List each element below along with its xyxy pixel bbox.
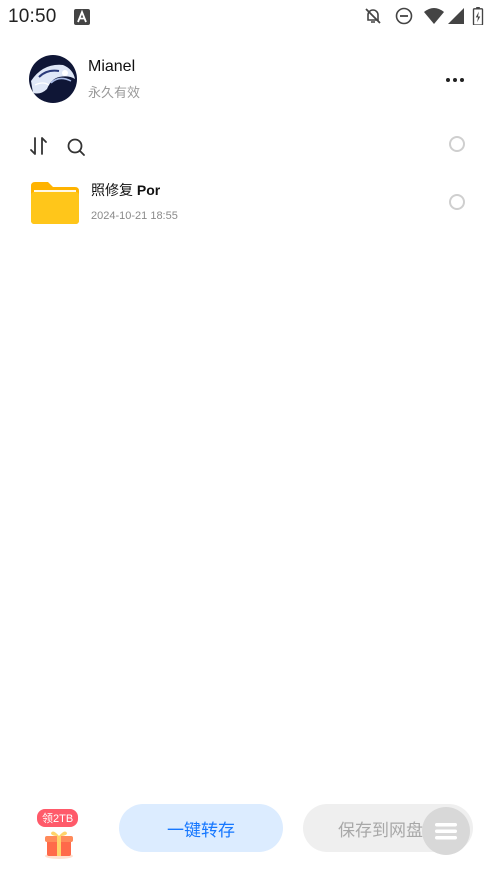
more-options-icon[interactable] xyxy=(440,70,470,90)
floating-menu-button[interactable] xyxy=(422,807,470,855)
list-item[interactable]: 照修复 Por 2024-10-21 18:55 xyxy=(0,172,495,230)
file-toolbar xyxy=(0,128,495,164)
file-name: 照修复 Por xyxy=(91,180,160,200)
wifi-icon xyxy=(424,8,444,24)
save-to-cloud-label: 保存到网盘 xyxy=(338,820,423,840)
share-header: Mianel 永久有效 xyxy=(0,48,495,116)
app-notification-icon xyxy=(74,9,90,25)
do-not-disturb-icon xyxy=(395,7,413,25)
gift-badge: 领2TB xyxy=(37,809,79,827)
select-all-radio[interactable] xyxy=(449,136,465,152)
one-click-save-button[interactable]: 一键转存 xyxy=(119,804,283,852)
file-name-bold: Por xyxy=(136,182,161,198)
avatar[interactable] xyxy=(29,55,77,103)
menu-icon xyxy=(435,823,457,840)
folder-icon xyxy=(31,182,79,224)
file-select-radio[interactable] xyxy=(449,194,465,210)
status-time: 10:50 xyxy=(8,6,57,27)
gift-icon xyxy=(45,831,73,859)
sort-icon[interactable] xyxy=(28,135,50,157)
file-name-prefix: 照修复 xyxy=(91,182,137,198)
status-bar: 10:50 xyxy=(0,0,495,34)
validity-label: 永久有效 xyxy=(88,85,141,100)
user-name: Mianel xyxy=(88,58,136,75)
file-date: 2024-10-21 18:55 xyxy=(91,210,178,222)
gift-promo[interactable]: 领2TB xyxy=(37,809,83,859)
battery-icon xyxy=(472,7,484,25)
bottom-action-bar: 领2TB 一键转存 保存到网盘 xyxy=(0,795,495,875)
cell-signal-icon xyxy=(448,8,464,24)
search-icon[interactable] xyxy=(65,136,87,158)
notifications-off-icon xyxy=(365,8,381,24)
